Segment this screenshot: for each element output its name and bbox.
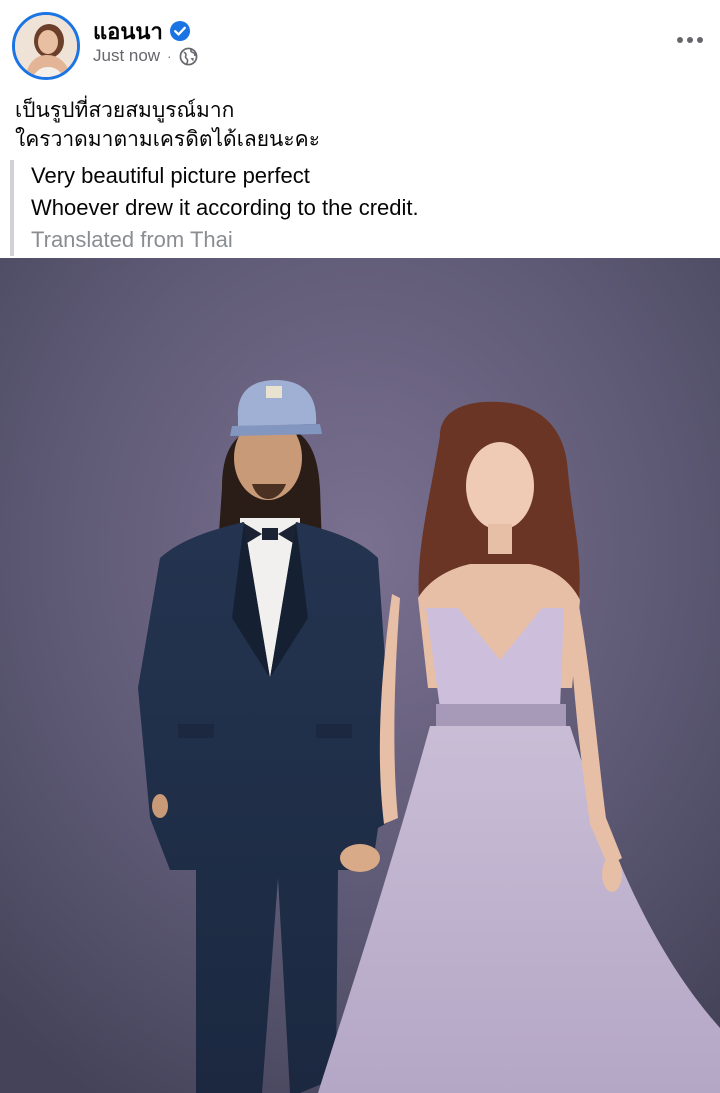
post-text-line: ใครวาดมาตามเครดิตได้เลยนะคะ (15, 127, 321, 151)
post-meta: Just now · (93, 46, 198, 66)
more-options-icon (677, 37, 703, 43)
author-avatar[interactable] (12, 12, 80, 80)
translation-line: Whoever drew it according to the credit. (31, 195, 419, 220)
couple-photo-image (0, 258, 720, 1093)
translation-line: Very beautiful picture perfect (31, 163, 310, 188)
post-text-line: เป็นรูปที่สวยสมบูรณ์มาก (15, 98, 235, 122)
author-name[interactable]: แอนนา (93, 14, 163, 49)
post-timestamp[interactable]: Just now (93, 46, 160, 66)
more-options-button[interactable] (670, 22, 710, 58)
post-text: เป็นรูปที่สวยสมบูรณ์มาก ใครวาดมาตามเครดิ… (15, 96, 320, 154)
post-header: แอนนา Just now · (0, 0, 720, 90)
translation-note[interactable]: Translated from Thai (31, 224, 710, 256)
globe-icon[interactable] (179, 47, 198, 66)
post-photo[interactable] (0, 258, 720, 1093)
verified-badge-icon (169, 21, 190, 41)
author-line: แอนนา (93, 17, 191, 45)
translation-block: Very beautiful picture perfect Whoever d… (10, 160, 710, 256)
meta-separator: · (167, 48, 172, 64)
avatar-photo (15, 15, 77, 77)
